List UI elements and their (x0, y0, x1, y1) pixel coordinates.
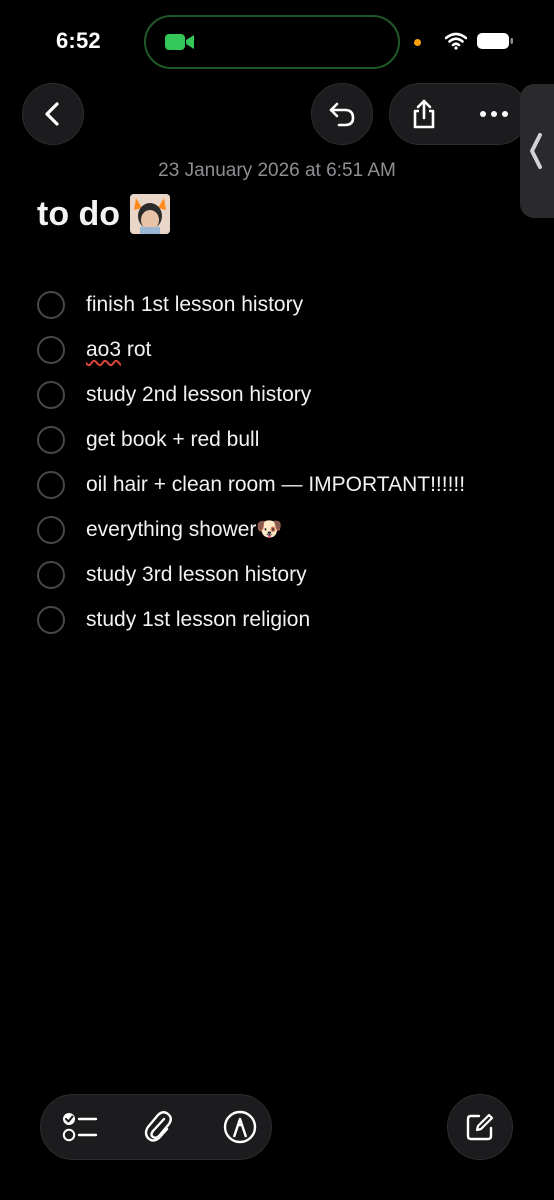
ellipsis-icon (480, 111, 508, 117)
side-panel-tab[interactable] (520, 84, 554, 218)
checkbox[interactable] (37, 290, 65, 319)
checklist-item: study 3rd lesson history (37, 552, 537, 597)
note-date: 23 January 2026 at 6:51 AM (158, 160, 396, 181)
checklist-item: study 2nd lesson history (37, 372, 537, 417)
compose-icon (466, 1113, 494, 1141)
paperclip-icon (144, 1111, 172, 1142)
chevron-left-icon (45, 102, 59, 126)
checkbox[interactable] (37, 425, 65, 454)
markup-button[interactable] (205, 1095, 275, 1159)
checklist-item: ao3 rot (37, 327, 537, 372)
note-title-row[interactable]: to do (37, 194, 171, 234)
checkbox[interactable] (37, 335, 65, 364)
bottom-toolbar (40, 1094, 272, 1160)
privacy-indicator-dot (414, 39, 421, 46)
battery-icon (477, 33, 513, 49)
undo-button[interactable] (311, 83, 373, 145)
checklist-item: everything shower🐶 (37, 507, 537, 552)
dynamic-island[interactable] (144, 15, 400, 69)
checkbox[interactable] (37, 605, 65, 634)
checklist-icon (62, 1113, 98, 1142)
checklist-item-text[interactable]: oil hair + clean room — IMPORTANT!!!!!! (86, 473, 465, 497)
attachment-button[interactable] (123, 1095, 193, 1159)
checklist-item: oil hair + clean room — IMPORTANT!!!!!! (37, 462, 537, 507)
markup-pen-icon (223, 1110, 257, 1144)
note-title[interactable]: to do (37, 195, 120, 234)
checklist-item-text[interactable]: get book + red bull (86, 428, 259, 452)
checklist-item: get book + red bull (37, 417, 537, 462)
checkbox[interactable] (37, 560, 65, 589)
notes-screen: 6:52 23 January 2026 at 6:51 AM to do fi… (0, 0, 554, 1200)
checklist-item-text[interactable]: finish 1st lesson history (86, 293, 303, 317)
checklist: finish 1st lesson history ao3 rot study … (37, 282, 537, 642)
checklist-item: study 1st lesson religion (37, 597, 537, 642)
checklist-item-text[interactable]: everything shower🐶 (86, 518, 283, 542)
checklist-item-text[interactable]: ao3 rot (86, 338, 151, 362)
back-button[interactable] (22, 83, 84, 145)
facetime-camera-icon (165, 34, 194, 50)
undo-icon (329, 102, 355, 127)
checklist-item-text[interactable]: study 1st lesson religion (86, 608, 310, 632)
share-button[interactable] (390, 84, 458, 144)
checkbox[interactable] (37, 380, 65, 409)
share-more-group (389, 83, 529, 145)
checklist-item: finish 1st lesson history (37, 282, 537, 327)
status-time: 6:52 (56, 28, 101, 53)
sticker-image (130, 194, 171, 234)
compose-button[interactable] (447, 1094, 513, 1160)
more-button[interactable] (460, 84, 528, 144)
checkbox[interactable] (37, 515, 65, 544)
checkbox[interactable] (37, 470, 65, 499)
checklist-button[interactable] (45, 1095, 115, 1159)
wifi-icon (445, 32, 467, 50)
checklist-item-text[interactable]: study 2nd lesson history (86, 383, 311, 407)
share-icon (413, 99, 435, 129)
checklist-item-text[interactable]: study 3rd lesson history (86, 563, 307, 587)
